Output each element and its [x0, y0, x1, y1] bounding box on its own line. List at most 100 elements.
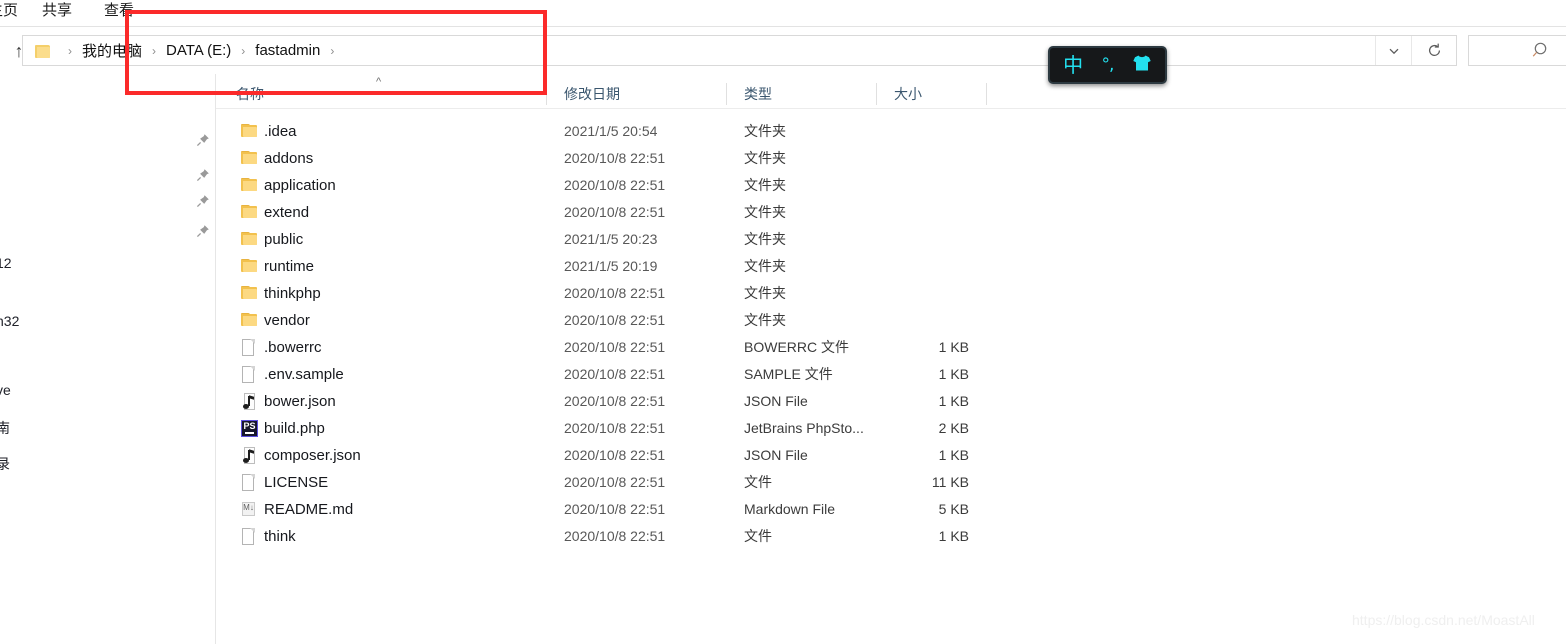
document-icon — [241, 474, 259, 492]
file-name[interactable]: application — [264, 172, 336, 199]
file-date-modified: 2020/10/8 22:51 — [564, 312, 666, 328]
file-type: JSON File — [744, 447, 808, 463]
file-row[interactable]: think 2020/10/8 22:51 文件 1 KB — [216, 523, 1566, 550]
ribbon-tab-home[interactable]: 主页 — [0, 0, 18, 26]
file-row[interactable]: addons 2020/10/8 22:51 文件夹 — [216, 145, 1566, 172]
ime-toolbar[interactable]: 中 °, — [1048, 46, 1167, 84]
file-row[interactable]: public 2021/1/5 20:23 文件夹 — [216, 226, 1566, 253]
file-size: 1 KB — [938, 393, 969, 409]
file-row[interactable]: .env.sample 2020/10/8 22:51 SAMPLE 文件 1 KB — [216, 361, 1566, 388]
file-size: 1 KB — [938, 339, 969, 355]
pin-icon[interactable] — [196, 168, 210, 182]
file-name[interactable]: thinkphp — [264, 280, 321, 307]
file-name[interactable]: bower.json — [264, 388, 336, 415]
search-input[interactable] — [1468, 35, 1566, 66]
document-icon — [241, 339, 259, 357]
file-row[interactable]: LICENSE 2020/10/8 22:51 文件 11 KB — [216, 469, 1566, 496]
file-date-modified: 2020/10/8 22:51 — [564, 420, 666, 436]
ime-punctuation-mode-button[interactable]: °, — [1102, 55, 1115, 75]
file-row[interactable]: M↓ README.md 2020/10/8 22:51 Markdown File 5… — [216, 496, 1566, 523]
json-file-icon — [241, 447, 259, 465]
file-date-modified: 2020/10/8 22:51 — [564, 501, 666, 517]
file-type: BOWERRC 文件 — [744, 339, 849, 355]
nav-item-label[interactable]: 12 — [0, 255, 12, 271]
file-type: 文件夹 — [744, 312, 786, 328]
file-name[interactable]: vendor — [264, 307, 310, 334]
breadcrumb-item-data-e[interactable]: DATA (E:) — [163, 42, 234, 59]
file-name[interactable]: extend — [264, 199, 309, 226]
file-name[interactable]: think — [264, 523, 296, 550]
file-date-modified: 2020/10/8 22:51 — [564, 474, 666, 490]
file-name[interactable]: .idea — [264, 118, 297, 145]
address-history-dropdown-button[interactable] — [1375, 36, 1412, 65]
column-header-divider — [216, 108, 1566, 109]
file-date-modified: 2020/10/8 22:51 — [564, 366, 666, 382]
file-size: 1 KB — [938, 447, 969, 463]
breadcrumb-item-fastadmin[interactable]: fastadmin — [252, 42, 323, 59]
file-row[interactable]: composer.json 2020/10/8 22:51 JSON File 1 K… — [216, 442, 1566, 469]
folder-icon — [241, 231, 259, 249]
column-header-row: ^ 名称 修改日期 类型 大小 — [216, 76, 1566, 108]
pin-icon[interactable] — [196, 194, 210, 208]
column-header-size[interactable]: 大小 — [894, 80, 922, 108]
pin-icon[interactable] — [196, 224, 210, 238]
column-header-date-modified[interactable]: 修改日期 — [564, 80, 620, 108]
file-name[interactable]: .bowerrc — [264, 334, 322, 361]
column-header-name[interactable]: 名称 — [236, 80, 264, 108]
file-type: 文件 — [744, 528, 772, 544]
file-type: 文件夹 — [744, 150, 786, 166]
file-row[interactable]: PS build.php 2020/10/8 22:51 JetBrains PhpS… — [216, 415, 1566, 442]
file-row[interactable]: vendor 2020/10/8 22:51 文件夹 — [216, 307, 1566, 334]
file-size — [894, 172, 969, 199]
chevron-down-icon — [1389, 48, 1399, 54]
pin-icon[interactable] — [196, 133, 210, 147]
file-row[interactable]: thinkphp 2020/10/8 22:51 文件夹 — [216, 280, 1566, 307]
column-divider[interactable] — [876, 83, 877, 105]
folder-icon — [241, 204, 259, 222]
document-icon — [241, 528, 259, 546]
file-name[interactable]: addons — [264, 145, 313, 172]
column-header-type[interactable]: 类型 — [744, 80, 772, 108]
skin-icon — [1133, 55, 1151, 71]
file-name[interactable]: README.md — [264, 496, 353, 523]
address-bar[interactable]: › 我的电脑 › DATA (E:) › fastadmin › — [22, 35, 1457, 66]
column-divider[interactable] — [986, 83, 987, 105]
sort-ascending-icon: ^ — [376, 76, 382, 88]
breadcrumb: › 我的电脑 › DATA (E:) › fastadmin › — [61, 36, 341, 65]
folder-icon — [241, 312, 259, 330]
file-row[interactable]: extend 2020/10/8 22:51 文件夹 — [216, 199, 1566, 226]
file-row[interactable]: bower.json 2020/10/8 22:51 JSON File 1 KB — [216, 388, 1566, 415]
file-name[interactable]: runtime — [264, 253, 314, 280]
refresh-button[interactable] — [1411, 36, 1456, 65]
file-date-modified: 2021/1/5 20:23 — [564, 231, 658, 247]
file-name[interactable]: .env.sample — [264, 361, 344, 388]
nav-item-label[interactable]: 南 — [0, 418, 10, 438]
file-row[interactable]: runtime 2021/1/5 20:19 文件夹 — [216, 253, 1566, 280]
file-name[interactable]: LICENSE — [264, 469, 328, 496]
file-type: JSON File — [744, 393, 808, 409]
file-row[interactable]: application 2020/10/8 22:51 文件夹 — [216, 172, 1566, 199]
column-divider[interactable] — [546, 83, 547, 105]
folder-icon — [241, 177, 259, 195]
breadcrumb-item-my-computer[interactable]: 我的电脑 — [79, 40, 145, 61]
nav-item-label[interactable]: n32 — [0, 313, 19, 329]
file-type: 文件夹 — [744, 123, 786, 139]
ribbon-tab-view[interactable]: 查看 — [104, 0, 134, 26]
file-name[interactable]: build.php — [264, 415, 325, 442]
file-date-modified: 2020/10/8 22:51 — [564, 150, 666, 166]
phpstorm-icon: PS — [241, 420, 259, 438]
file-row[interactable]: .bowerrc 2020/10/8 22:51 BOWERRC 文件 1 KB — [216, 334, 1566, 361]
nav-item-label[interactable]: ve — [0, 382, 11, 398]
markdown-icon: M↓ — [241, 501, 259, 519]
nav-item-label[interactable]: 录 — [0, 454, 10, 474]
file-name[interactable]: public — [264, 226, 303, 253]
ribbon-tab-share[interactable]: 共享 — [42, 0, 72, 26]
file-name[interactable]: composer.json — [264, 442, 361, 469]
column-divider[interactable] — [726, 83, 727, 105]
ime-skin-icon[interactable] — [1132, 54, 1152, 76]
file-row[interactable]: .idea 2021/1/5 20:54 文件夹 — [216, 118, 1566, 145]
ribbon-tab-strip: 主页 共享 查看 — [0, 0, 1566, 26]
file-size — [894, 199, 969, 226]
ime-language-mode-button[interactable]: 中 — [1063, 55, 1083, 75]
breadcrumb-separator: › — [241, 43, 246, 58]
